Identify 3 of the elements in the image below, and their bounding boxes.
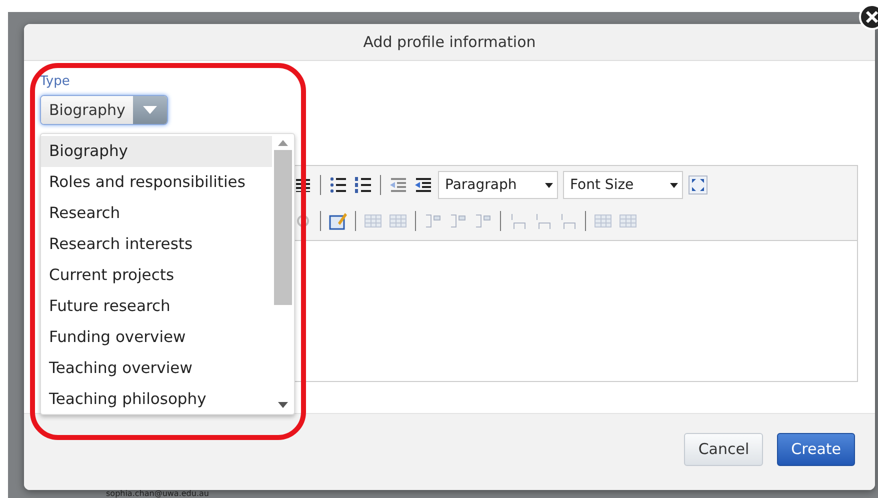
field-label: Type xyxy=(40,74,70,89)
email-text: sophia.chan@uwa.edu.au xyxy=(106,490,209,498)
dialog-title: Add profile information xyxy=(363,33,536,51)
